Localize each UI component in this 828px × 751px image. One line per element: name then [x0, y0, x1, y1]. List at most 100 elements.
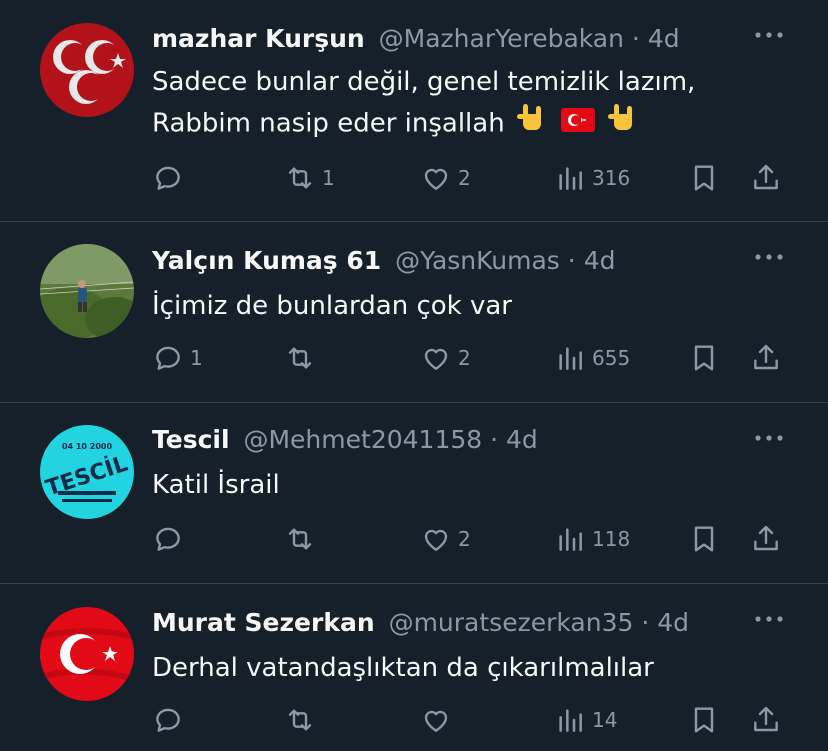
avatar[interactable]: 04 10 2000 TESCİL: [40, 425, 134, 519]
bookmark-button[interactable]: [688, 700, 720, 740]
avatar[interactable]: [40, 607, 134, 701]
reply-icon: [156, 527, 180, 551]
retweet-button[interactable]: [284, 338, 322, 378]
retweet-icon: [288, 528, 312, 550]
tweet-header: mazhar Kurşun @MazharYerebakan · 4d: [152, 22, 728, 56]
like-count: 2: [458, 166, 471, 190]
reply-button[interactable]: 1: [152, 338, 203, 378]
tweet-actions: 1 2 316: [152, 158, 788, 198]
reply-count: 1: [190, 346, 203, 370]
user-handle[interactable]: @Mehmet2041158: [243, 425, 482, 454]
separator-dot: ·: [641, 608, 650, 637]
timestamp[interactable]: 4d: [657, 608, 689, 637]
bookmark-button[interactable]: [688, 158, 720, 198]
view-count: 316: [592, 166, 631, 190]
user-handle[interactable]: @YasnKumas: [395, 246, 560, 275]
timestamp[interactable]: 4d: [584, 246, 616, 275]
tweet-actions: 2 118: [152, 519, 788, 559]
like-button[interactable]: 2: [420, 519, 471, 559]
retweet-button[interactable]: [284, 700, 322, 740]
view-count: 14: [592, 708, 618, 732]
reply-button[interactable]: [152, 519, 190, 559]
retweet-button[interactable]: 1: [284, 158, 335, 198]
share-button[interactable]: [750, 338, 782, 378]
more-options-icon[interactable]: [754, 20, 784, 50]
heart-icon: [424, 348, 448, 370]
more-options-icon[interactable]: [754, 423, 784, 453]
heart-icon: [424, 710, 448, 732]
user-handle[interactable]: @MazharYerebakan: [379, 24, 624, 53]
tweet-text: Sadece bunlar değil, genel temizlik lazı…: [152, 62, 768, 146]
share-button[interactable]: [750, 519, 782, 559]
display-name[interactable]: Tescil: [152, 425, 230, 454]
avatar[interactable]: [40, 23, 134, 117]
views-button[interactable]: 655: [554, 338, 630, 378]
tweet-text-content: İçimiz de bunlardan çok var: [152, 291, 512, 321]
share-icon: [754, 525, 778, 551]
more-options-icon[interactable]: [754, 242, 784, 272]
love-you-gesture-emoji-icon: [607, 102, 640, 146]
retweet-count: 1: [322, 166, 335, 190]
share-icon: [754, 164, 778, 190]
bookmark-button[interactable]: [688, 519, 720, 559]
like-button[interactable]: [420, 700, 458, 740]
tweet-3[interactable]: 04 10 2000 TESCİL Tescil @Mehmet2041158 …: [0, 403, 828, 584]
tweet-text: İçimiz de bunlardan çok var: [152, 286, 768, 326]
like-count: 2: [458, 527, 471, 551]
share-icon: [754, 344, 778, 370]
avatar-tescil-logo-icon: 04 10 2000 TESCİL: [40, 425, 134, 519]
heart-icon: [424, 529, 448, 551]
reply-icon: [156, 166, 180, 190]
tweet-header: Yalçın Kumaş 61 @YasnKumas · 4d: [152, 244, 728, 278]
retweet-button[interactable]: [284, 519, 322, 559]
view-count: 655: [592, 346, 631, 370]
bookmark-icon: [694, 345, 714, 371]
tweet-2[interactable]: Yalçın Kumaş 61 @YasnKumas · 4d İçimiz d…: [0, 222, 828, 403]
display-name[interactable]: Yalçın Kumaş 61: [152, 246, 381, 275]
views-button[interactable]: 118: [554, 519, 630, 559]
heart-icon: [424, 168, 448, 190]
like-count: 2: [458, 346, 471, 370]
bookmark-icon: [694, 165, 714, 191]
like-button[interactable]: 2: [420, 338, 471, 378]
share-button[interactable]: [750, 700, 782, 740]
bookmark-button[interactable]: [688, 338, 720, 378]
views-chart-icon: [559, 347, 582, 370]
tweet-text-content: Katil İsrail: [152, 470, 280, 500]
timestamp[interactable]: 4d: [648, 24, 680, 53]
user-handle[interactable]: @muratsezerkan35: [389, 608, 634, 637]
share-button[interactable]: [750, 158, 782, 198]
timestamp[interactable]: 4d: [506, 425, 538, 454]
love-you-gesture-emoji-icon: [516, 102, 549, 146]
tweet-text: Katil İsrail: [152, 465, 768, 505]
separator-dot: ·: [567, 246, 576, 275]
more-options-icon[interactable]: [754, 604, 784, 634]
retweet-icon: [288, 709, 312, 731]
tweet-text: Derhal vatandaşlıktan da çıkarılmalılar: [152, 648, 768, 688]
separator-dot: ·: [490, 425, 499, 454]
display-name[interactable]: Murat Sezerkan: [152, 608, 375, 637]
tweet-1[interactable]: mazhar Kurşun @MazharYerebakan · 4d Sade…: [0, 0, 828, 222]
like-button[interactable]: 2: [420, 158, 471, 198]
views-chart-icon: [559, 709, 582, 732]
bookmark-icon: [694, 526, 714, 552]
reply-icon: [156, 346, 180, 370]
tweet-header: Tescil @Mehmet2041158 · 4d: [152, 423, 728, 457]
views-button[interactable]: 316: [554, 158, 630, 198]
reply-button[interactable]: [152, 158, 190, 198]
view-count: 118: [592, 527, 631, 551]
tweet-4[interactable]: Murat Sezerkan @muratsezerkan35 · 4d Der…: [0, 584, 828, 751]
display-name[interactable]: mazhar Kurşun: [152, 24, 365, 53]
avatar[interactable]: [40, 244, 134, 338]
retweet-icon: [288, 347, 312, 369]
avatar-landscape-person-icon: [40, 244, 134, 338]
tweet-actions: 1 2 655: [152, 338, 788, 378]
tweet-header: Murat Sezerkan @muratsezerkan35 · 4d: [152, 606, 728, 640]
avatar-mhp-logo-icon: [40, 23, 134, 117]
avatar-turkey-flag-icon: [40, 607, 134, 701]
reply-button[interactable]: [152, 700, 190, 740]
reply-icon: [156, 708, 180, 732]
views-button[interactable]: 14: [554, 700, 617, 740]
tweet-actions: 14: [152, 700, 788, 740]
retweet-icon: [288, 167, 312, 189]
